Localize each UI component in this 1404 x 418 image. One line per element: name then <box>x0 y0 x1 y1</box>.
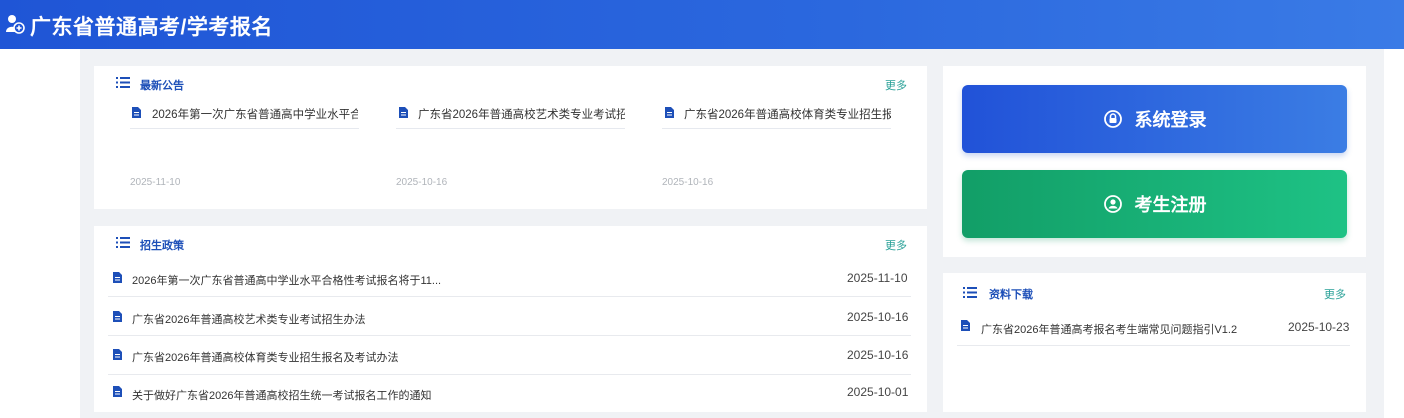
login-label: 系统登录 <box>1134 110 1207 130</box>
document-icon <box>132 107 141 118</box>
divider <box>396 128 625 129</box>
notice-date: 2025-11-10 <box>130 177 181 188</box>
policy-more-link[interactable]: 更多 <box>885 237 907 253</box>
downloads-card: 资料下载 更多 广东省2026年普通高考报名考生端常见问题指引V1.2 2025… <box>943 273 1366 412</box>
left-margin <box>0 49 80 418</box>
lock-circle-icon <box>1103 110 1122 128</box>
divider <box>108 374 911 375</box>
list-icon <box>116 237 130 248</box>
downloads-title: 资料下载 <box>989 289 1033 301</box>
divider <box>130 128 359 129</box>
notice-title: 广东省2026年普通高校体育类专业招生报 <box>684 109 891 121</box>
document-icon <box>665 107 674 118</box>
notice-title: 2026年第一次广东省普通高中学业水平合 <box>152 109 358 121</box>
document-icon <box>113 386 122 397</box>
register-label: 考生注册 <box>1134 195 1207 215</box>
notices-title: 最新公告 <box>140 80 184 92</box>
policy-title: 招生政策 <box>140 240 184 252</box>
notices-card: 最新公告 更多 2026年第一次广东省普通高中学业水平合 2025-11-10 … <box>94 66 927 209</box>
policy-item-date: 2025-10-16 <box>847 310 909 324</box>
policy-item-date: 2025-10-16 <box>847 348 909 362</box>
login-button[interactable]: 系统登录 <box>962 85 1347 153</box>
policy-item-title: 广东省2026年普通高校体育类专业招生报名及考试办法 <box>132 352 399 364</box>
list-icon <box>963 287 977 298</box>
right-margin <box>1384 49 1404 418</box>
policy-card: 招生政策 更多 2026年第一次广东省普通高中学业水平合格性考试报名将于11..… <box>94 226 927 412</box>
download-item-title: 广东省2026年普通高考报名考生端常见问题指引V1.2 <box>981 324 1238 336</box>
policy-item-title: 关于做好广东省2026年普通高校招生统一考试报名工作的通知 <box>132 390 432 402</box>
document-icon <box>113 349 122 360</box>
downloads-more-link[interactable]: 更多 <box>1324 286 1346 302</box>
policy-item-title: 广东省2026年普通高校艺术类专业考试招生办法 <box>132 314 366 326</box>
app-header: 广东省普通高考/学考报名 <box>0 0 1404 49</box>
list-icon <box>116 77 130 88</box>
divider <box>957 345 1350 346</box>
divider <box>108 296 911 297</box>
notice-date: 2025-10-16 <box>662 177 714 188</box>
notices-more-link[interactable]: 更多 <box>885 77 907 93</box>
notice-title: 广东省2026年普通高校艺术类专业考试招 <box>418 109 625 121</box>
download-item-date: 2025-10-23 <box>1288 320 1350 334</box>
document-icon <box>113 311 122 322</box>
policy-item-date: 2025-11-10 <box>847 271 908 285</box>
policy-item-title: 2026年第一次广东省普通高中学业水平合格性考试报名将于11... <box>132 275 442 287</box>
document-icon <box>961 320 970 331</box>
page-title: 广东省普通高考/学考报名 <box>30 16 273 39</box>
divider <box>108 335 911 336</box>
document-icon <box>399 107 408 118</box>
document-icon <box>113 272 122 283</box>
register-button[interactable]: 考生注册 <box>962 170 1347 238</box>
user-circle-icon <box>1103 195 1122 213</box>
policy-item-date: 2025-10-01 <box>847 385 909 399</box>
user-add-icon <box>6 15 25 34</box>
notice-date: 2025-10-16 <box>396 177 448 188</box>
divider <box>662 128 891 129</box>
